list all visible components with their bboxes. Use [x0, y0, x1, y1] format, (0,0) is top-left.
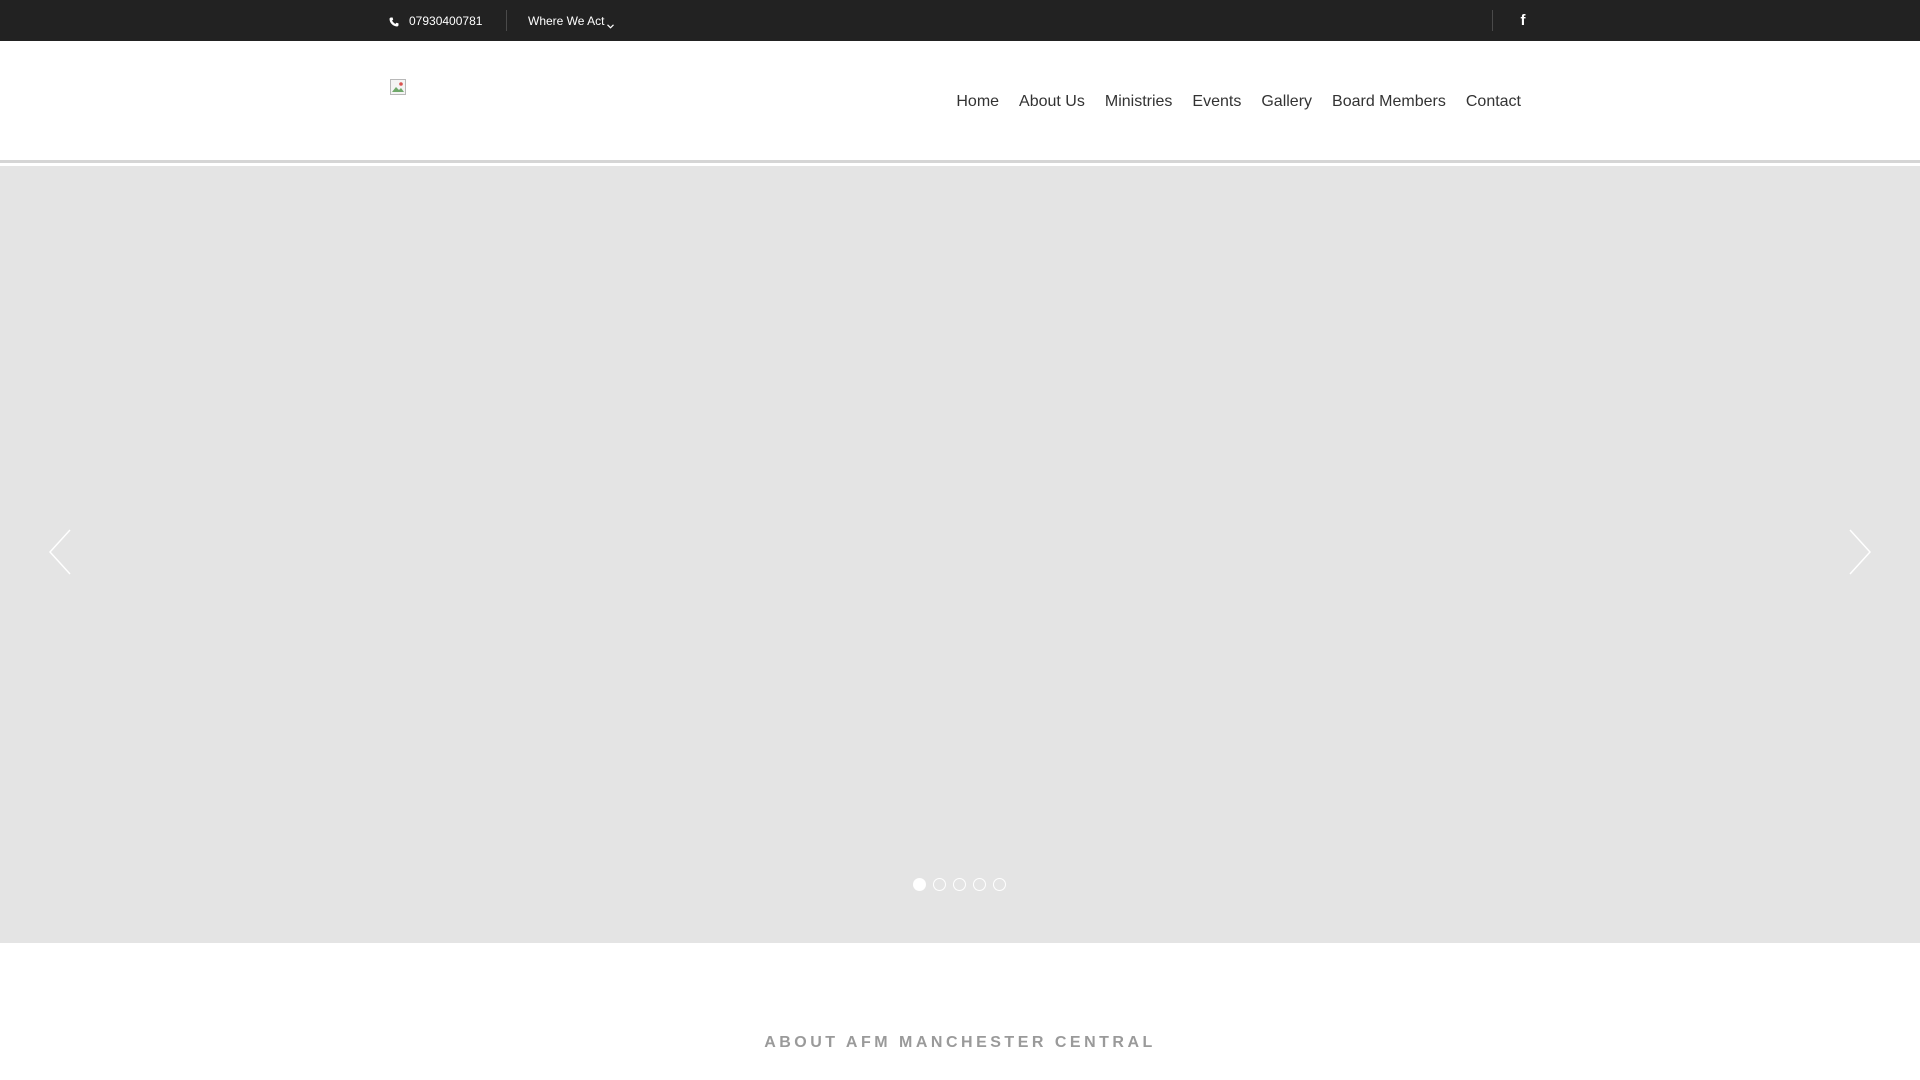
- slider-dot[interactable]: [993, 878, 1006, 891]
- slider-dot[interactable]: [973, 878, 986, 891]
- hero-slider: [0, 166, 1920, 943]
- facebook-icon[interactable]: f: [1512, 0, 1534, 41]
- top-bar: 07930400781 Where We Act f: [0, 0, 1920, 41]
- topbar-divider: [506, 10, 507, 31]
- slider-dot[interactable]: [913, 878, 926, 891]
- where-we-act-label: Where We Act: [528, 13, 605, 28]
- nav-board-members[interactable]: Board Members: [1332, 93, 1446, 111]
- phone-number: 07930400781: [409, 13, 483, 28]
- slider-dot[interactable]: [953, 878, 966, 891]
- where-we-act-dropdown[interactable]: Where We Act: [528, 0, 615, 41]
- nav-ministries[interactable]: Ministries: [1105, 93, 1173, 111]
- chevron-right-icon: [1849, 529, 1872, 575]
- topbar-phone[interactable]: 07930400781: [389, 0, 482, 41]
- nav-home[interactable]: Home: [956, 93, 999, 111]
- nav-gallery[interactable]: Gallery: [1261, 93, 1312, 111]
- chevron-left-icon: [48, 529, 71, 575]
- broken-image-icon: [390, 79, 406, 95]
- slider-dot[interactable]: [933, 878, 946, 891]
- slider-prev-arrow[interactable]: [48, 529, 72, 575]
- main-nav: Home About Us Ministries Events Gallery …: [936, 41, 1521, 163]
- chevron-down-icon: [607, 18, 615, 29]
- nav-events[interactable]: Events: [1192, 93, 1241, 111]
- phone-icon: [389, 16, 399, 26]
- about-section-title: ABOUT AFM MANCHESTER CENTRAL: [764, 1034, 1156, 1051]
- nav-contact[interactable]: Contact: [1466, 93, 1521, 111]
- logo[interactable]: [390, 79, 406, 95]
- slider-dots: [913, 878, 1013, 891]
- slider-next-arrow[interactable]: [1848, 529, 1872, 575]
- nav-about-us[interactable]: About Us: [1019, 93, 1085, 111]
- site-header: Home About Us Ministries Events Gallery …: [0, 41, 1920, 163]
- topbar-divider: [1492, 10, 1493, 31]
